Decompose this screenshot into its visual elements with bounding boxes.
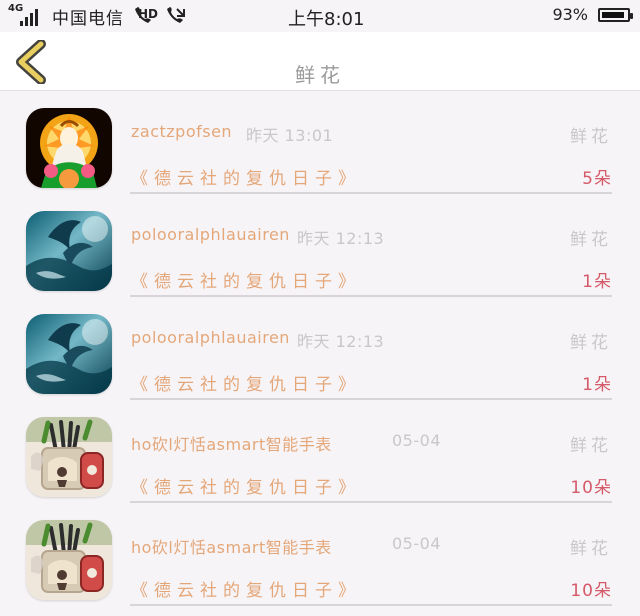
pen-holder-avatar xyxy=(26,417,112,497)
book-title: 《德云社的复仇日子》 xyxy=(131,375,361,395)
status-time: 上午8:01 xyxy=(288,9,365,30)
buddha-image-icon xyxy=(26,108,112,188)
battery-percentage: 93% xyxy=(552,5,588,24)
sender-name: ho砍l灯恬asmart智能手表 xyxy=(131,538,332,557)
pen-holder-avatar xyxy=(26,520,112,600)
sender-name: ho砍l灯恬asmart智能手表 xyxy=(131,435,332,454)
book-title: 《德云社的复仇日子》 xyxy=(131,169,361,189)
sent-time: 昨天 12:13 xyxy=(297,229,385,248)
status-bar: 4G 中国电信 HD 上午8:01 93% xyxy=(0,0,640,32)
list-item[interactable]: ho砍l灯恬asmart智能手表 05-04 鲜花 《德云社的复仇日子》 10朵 xyxy=(0,400,640,503)
list-item[interactable]: polooralphlauairen 昨天 12:13 鲜花 《德云社的复仇日子… xyxy=(0,194,640,297)
flower-count: 1朵 xyxy=(582,375,612,395)
signal-bar-1 xyxy=(20,21,23,26)
gift-type: 鲜花 xyxy=(570,333,612,353)
list-item[interactable]: polooralphlauairen 昨天 12:13 鲜花 《德云社的复仇日子… xyxy=(0,297,640,400)
sent-time: 05-04 xyxy=(392,431,441,450)
sender-name: polooralphlauairen xyxy=(131,225,290,244)
ocean-avatar xyxy=(26,211,112,291)
hd-call-icon: HD xyxy=(132,6,159,26)
sent-time: 05-04 xyxy=(392,534,441,553)
battery-fill xyxy=(602,11,624,18)
sender-name: polooralphlauairen xyxy=(131,328,290,347)
gift-type: 鲜花 xyxy=(570,539,612,559)
flower-count: 5朵 xyxy=(582,169,612,189)
flower-count: 1朵 xyxy=(582,272,612,292)
ocean-avatar xyxy=(26,314,112,394)
battery-icon xyxy=(598,7,633,22)
row-divider xyxy=(130,604,612,606)
gift-type: 鲜花 xyxy=(570,230,612,250)
ocean-image-icon xyxy=(26,314,112,394)
signal-bar-2 xyxy=(25,17,28,26)
book-title: 《德云社的复仇日子》 xyxy=(131,478,361,498)
signal-bar-4 xyxy=(35,9,38,26)
status-right: 93% xyxy=(552,5,633,24)
list-item[interactable]: ho砍l灯恬asmart智能手表 05-04 鲜花 《德云社的复仇日子》 10朵 xyxy=(0,503,640,606)
network-type: 4G xyxy=(8,3,24,14)
list-item[interactable]: zactzpofsen 昨天 13:01 鲜花 《德云社的复仇日子》 5朵 xyxy=(0,91,640,194)
carrier-name: 中国电信 xyxy=(52,8,124,29)
hd-label: HD xyxy=(138,7,159,21)
ocean-image-icon xyxy=(26,211,112,291)
pen-holder-image-icon xyxy=(26,520,112,600)
status-left: 4G 中国电信 HD xyxy=(8,3,188,29)
signal-bar-3 xyxy=(30,13,33,26)
gift-type: 鲜花 xyxy=(570,127,612,147)
book-title: 《德云社的复仇日子》 xyxy=(131,581,361,601)
flower-gift-list: zactzpofsen 昨天 13:01 鲜花 《德云社的复仇日子》 5朵 po… xyxy=(0,91,640,616)
buddha-avatar xyxy=(26,108,112,188)
flower-count: 10朵 xyxy=(570,581,612,601)
signal-strength-icon: 4G xyxy=(8,3,44,26)
call-forward-icon xyxy=(164,6,188,26)
gift-type: 鲜花 xyxy=(570,436,612,456)
sent-time: 昨天 12:13 xyxy=(297,332,385,351)
sent-time: 昨天 13:01 xyxy=(246,126,334,145)
navigation-bar: 鲜花 xyxy=(0,32,640,91)
book-title: 《德云社的复仇日子》 xyxy=(131,272,361,292)
sender-name: zactzpofsen xyxy=(131,122,233,141)
app-screen: 4G 中国电信 HD 上午8:01 93% 鲜花 zactzpofsen 昨天 … xyxy=(0,0,640,616)
pen-holder-image-icon xyxy=(26,417,112,497)
page-title: 鲜花 xyxy=(295,63,345,87)
flower-count: 10朵 xyxy=(570,478,612,498)
